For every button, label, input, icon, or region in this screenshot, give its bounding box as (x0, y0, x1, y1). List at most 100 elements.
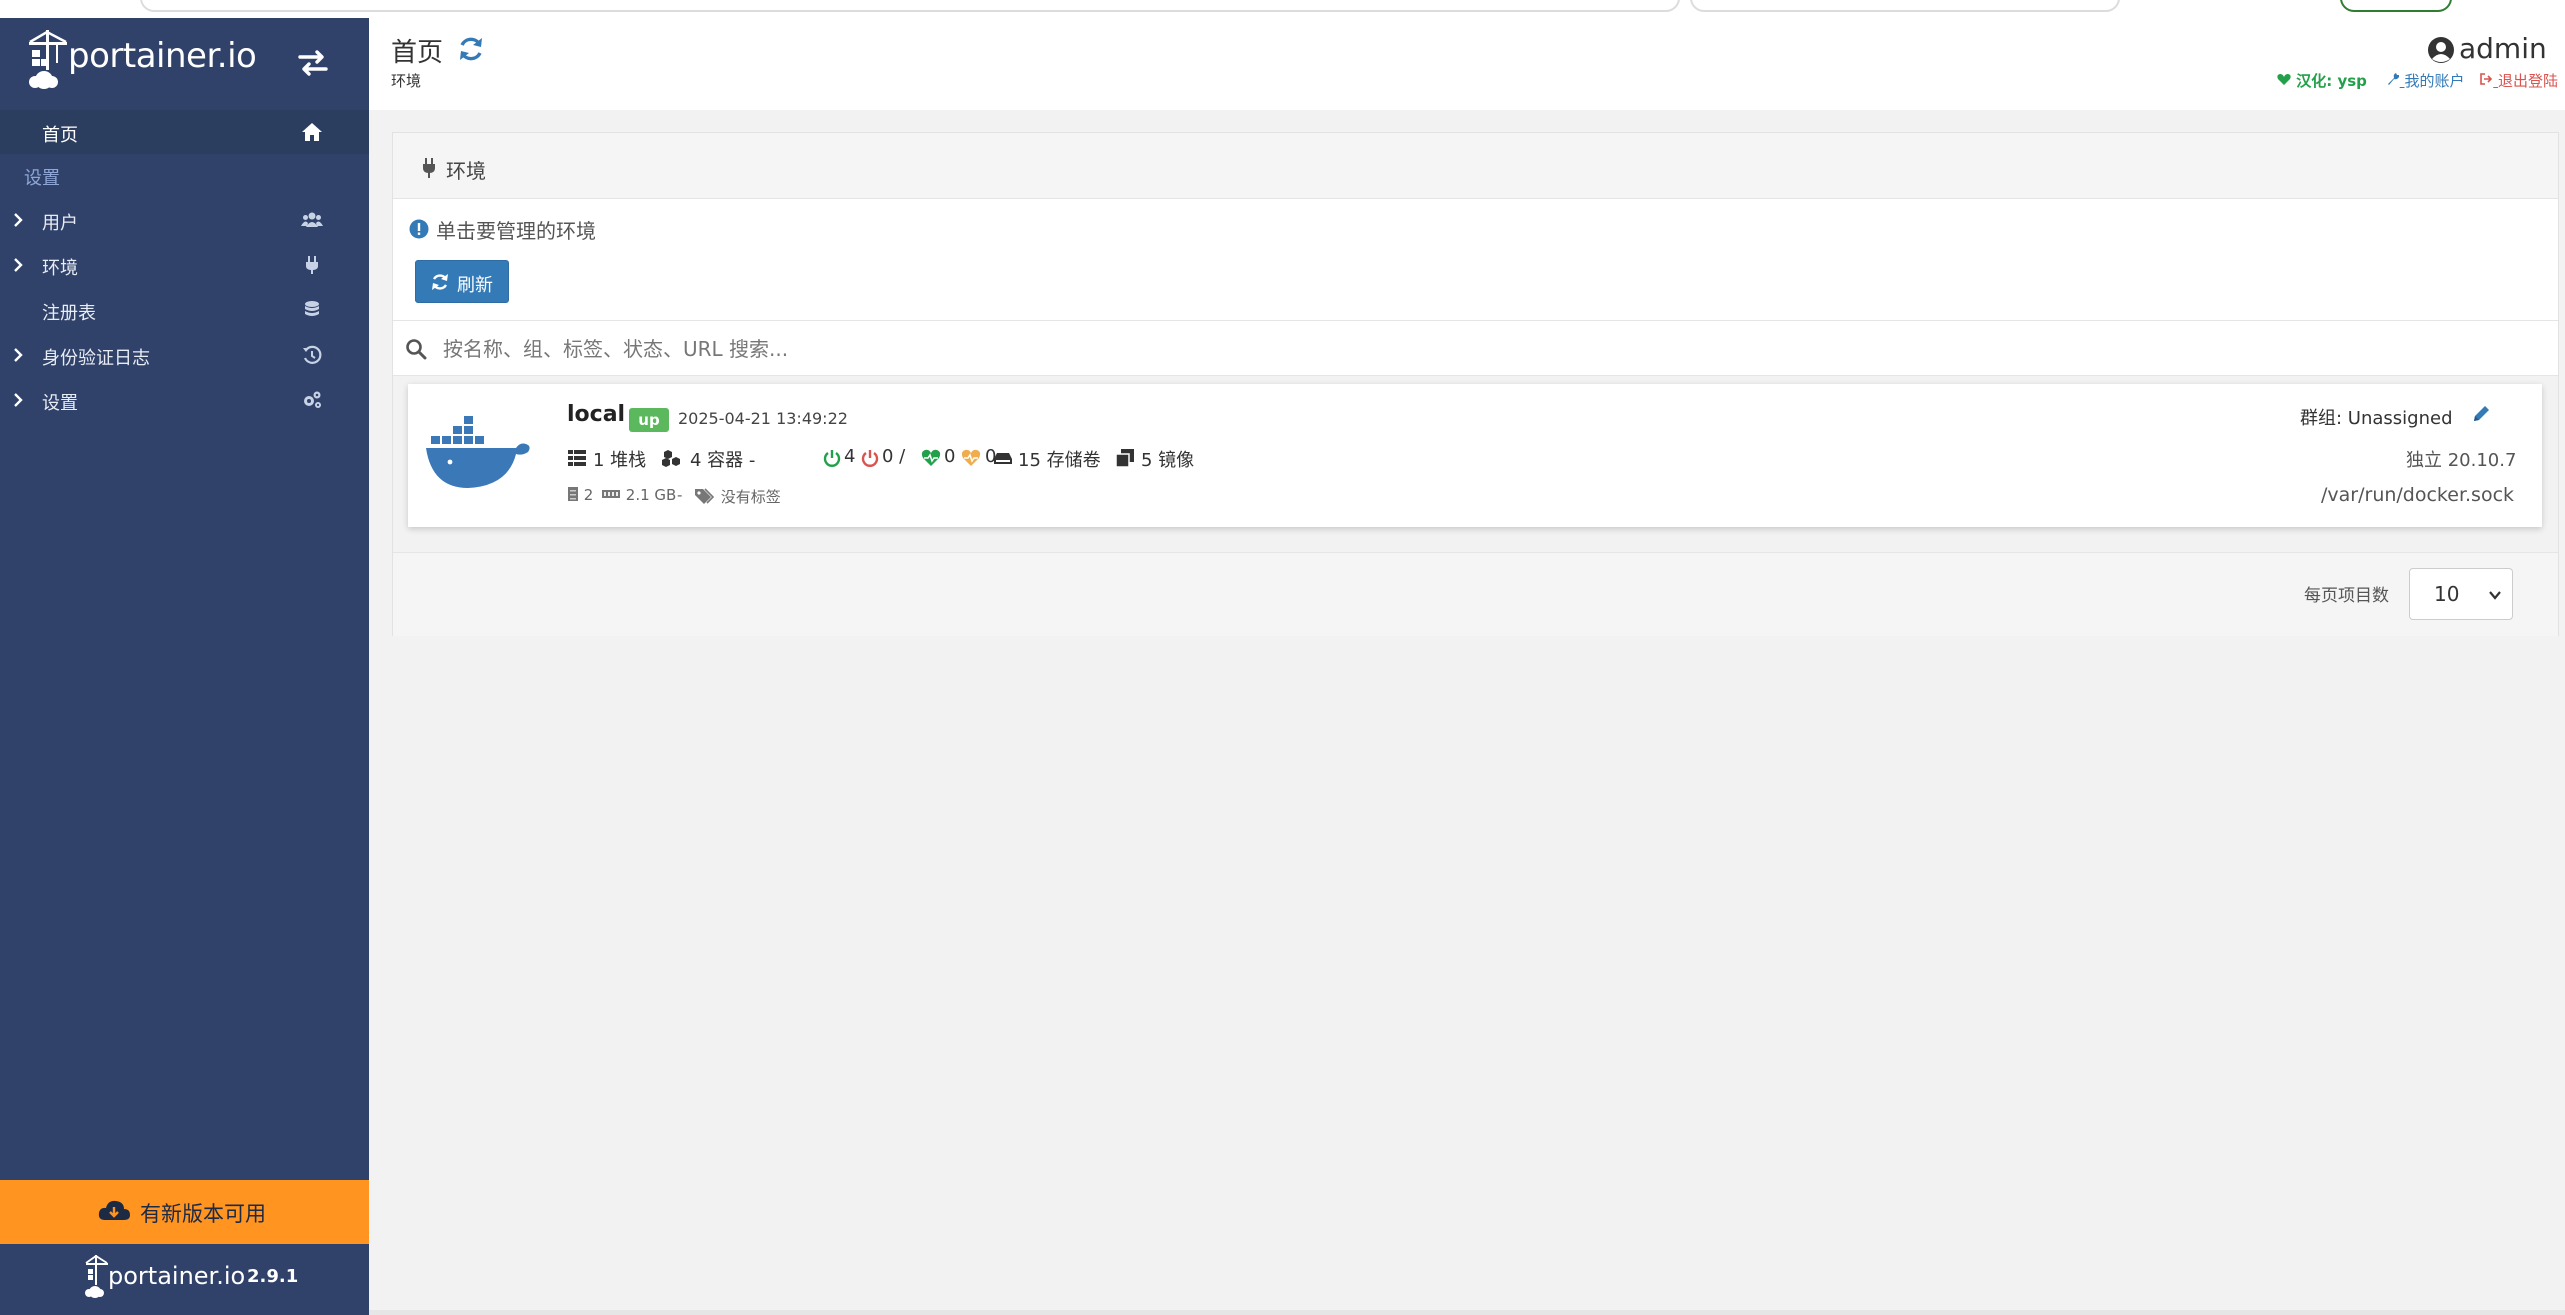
browser-chrome-strip (0, 0, 2565, 18)
browser-address-bar[interactable] (140, 0, 1680, 12)
sidebar-header: portainer.io (0, 18, 369, 108)
plug-icon (423, 158, 435, 178)
tags-icon (695, 488, 715, 504)
refresh-icon[interactable] (456, 34, 486, 64)
update-available-label: 有新版本可用 (140, 1202, 266, 1226)
exchange-icon[interactable] (296, 48, 330, 78)
sidebar-item-home[interactable]: 首页 (0, 110, 369, 154)
cpu-stat: 2 (567, 486, 593, 504)
docker-logo-icon (426, 416, 530, 488)
chevron-down-icon (2489, 591, 2501, 600)
my-account-link[interactable]: 我的账户 (2386, 70, 2465, 91)
heart-icon (2277, 74, 2291, 85)
status-badge: up (629, 408, 669, 432)
search-icon (406, 339, 427, 360)
refresh-icon (432, 274, 448, 290)
browser-search-box[interactable] (1690, 0, 2120, 12)
brand-name[interactable]: portainer.io (68, 36, 257, 76)
sidebar-item-label: 首页 (42, 125, 78, 146)
user-circle-icon (2428, 37, 2454, 63)
environment-item-local[interactable]: local up 2025-04-21 13:49:22 1 堆栈 4 容器 -… (408, 384, 2542, 527)
sidebar-footer: portainer.io 2.9.1 (0, 1244, 369, 1315)
cpu-count: 2 (583, 486, 594, 504)
power-stopped-icon (861, 450, 879, 467)
footer-brand-name: portainer.io (108, 1262, 246, 1290)
items-per-page-value: 10 (2434, 582, 2460, 606)
update-available-banner[interactable]: 有新版本可用 (0, 1180, 369, 1244)
heartbeat-unhealthy-icon (961, 449, 981, 466)
tags-stat: 没有标签 (694, 486, 781, 507)
containers-count: 4 容器 - (690, 450, 756, 471)
search-input[interactable] (441, 329, 2541, 369)
running-count: 4 (844, 446, 856, 467)
logout-link[interactable]: 退出登陆 (2479, 70, 2558, 91)
sidebar-item-settings[interactable]: 设置 (0, 378, 369, 422)
sidebar-item-auth-logs[interactable]: 身份验证日志 (0, 333, 369, 377)
cpu-icon (568, 487, 578, 501)
info-circle-icon (409, 219, 429, 239)
logout-label: 退出登陆 (2498, 72, 2559, 90)
chevron-right-icon (14, 393, 23, 407)
sidebar-item-label: 用户 (42, 213, 78, 234)
environment-timestamp: 2025-04-21 13:49:22 (678, 409, 848, 428)
portainer-logo-icon (85, 1254, 108, 1298)
widget-title: 环境 (446, 159, 486, 183)
header-links: 汉化: ysp 我的账户 退出登陆 (2277, 70, 2558, 91)
database-icon (305, 301, 319, 316)
tags-label: 没有标签 (720, 488, 781, 506)
environment-list: local up 2025-04-21 13:49:22 1 堆栈 4 容器 -… (393, 376, 2558, 552)
refresh-button[interactable]: 刷新 (415, 260, 509, 303)
widget-footer: 每页项目数 10 (393, 552, 2558, 636)
sidebar-item-environments[interactable]: 环境 (0, 243, 369, 287)
chevron-right-icon (14, 213, 23, 227)
breadcrumb: 环境 (391, 72, 422, 90)
info-text: 单击要管理的环境 (436, 219, 596, 243)
sidebar-item-label: 设置 (42, 393, 78, 414)
credit-label: 汉化: ysp (2296, 72, 2367, 90)
meta-separator: - (677, 486, 683, 504)
th-list-icon (568, 450, 586, 466)
items-per-page-select[interactable]: 10 (2409, 568, 2513, 620)
stacks-count: 1 堆栈 (593, 450, 647, 471)
clone-icon (1115, 449, 1134, 468)
heartbeat-healthy-icon (921, 449, 941, 466)
sidebar-item-label: 环境 (42, 258, 78, 279)
images-count: 5 镜像 (1141, 450, 1195, 471)
sidebar: portainer.io 首页 设置 用户 环境 注册表 身份验证日志 设置 有… (0, 18, 369, 1315)
sign-out-icon (2480, 73, 2493, 85)
username: admin (2459, 32, 2547, 65)
sidebar-section-settings: 设置 (24, 168, 60, 189)
memory-size: 2.1 GB (625, 486, 677, 504)
sidebar-item-registries[interactable]: 注册表 (0, 288, 369, 332)
portainer-logo-icon[interactable] (26, 28, 72, 92)
environment-version: 独立 20.10.7 (2406, 450, 2517, 471)
search-bar (393, 320, 2558, 376)
widget-header: 环境 (393, 133, 2558, 199)
page-header: 首页 环境 admin 汉化: ysp 我的账户 退出登陆 (369, 18, 2565, 110)
credit-link[interactable]: 汉化: ysp (2277, 70, 2367, 91)
users-icon (301, 212, 323, 227)
page-title: 首页 (391, 38, 444, 68)
sidebar-item-label: 注册表 (42, 303, 96, 324)
refresh-button-label: 刷新 (457, 275, 493, 296)
bottom-edge (369, 1310, 2565, 1315)
my-account-label: 我的账户 (2404, 72, 2465, 90)
home-icon (302, 123, 322, 141)
healthy-count: 0 (944, 446, 956, 467)
volumes-count: 15 存储卷 (1018, 450, 1101, 471)
history-icon (303, 345, 322, 364)
chevron-right-icon (14, 258, 23, 272)
cubes-icon (662, 450, 680, 467)
version-label: 2.9.1 (247, 1266, 299, 1287)
sidebar-item-users[interactable]: 用户 (0, 198, 369, 242)
environment-url: /var/run/docker.sock (2321, 484, 2515, 506)
cloud-download-icon (98, 1200, 130, 1220)
browser-extension-button[interactable] (2340, 0, 2452, 12)
environments-widget: 环境 单击要管理的环境 刷新 按名称、组、标签、状态、URL 搜索... loc… (392, 132, 2559, 636)
cogs-icon (304, 391, 321, 408)
wrench-icon (2387, 73, 2399, 85)
memory-stat: 2.1 GB (601, 486, 676, 504)
pencil-icon[interactable] (2471, 404, 2491, 424)
items-per-page-label: 每页项目数 (2304, 586, 2389, 606)
memory-icon (602, 490, 620, 498)
